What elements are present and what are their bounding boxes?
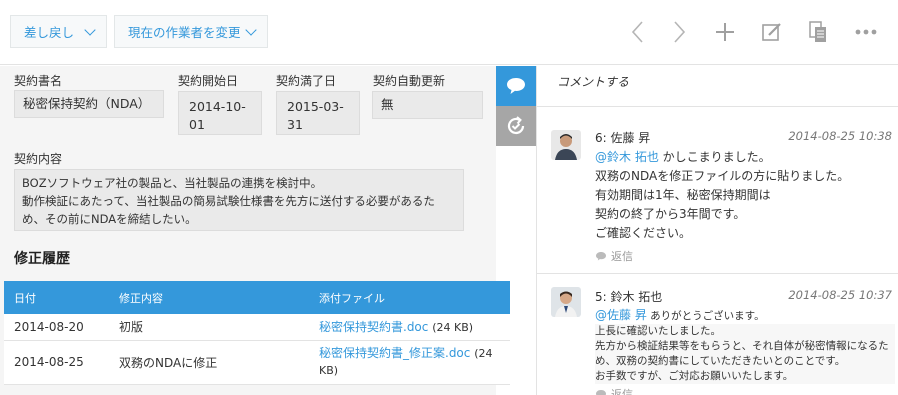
- table-row: 2014-08-25 双務のNDAに修正 秘密保持契約書_修正案.doc (24…: [4, 340, 510, 385]
- more-options-button[interactable]: [852, 18, 880, 46]
- revision-history-title: 修正履歴: [14, 251, 70, 267]
- toolbar: 差し戻し 現在の作業者を変更: [0, 0, 898, 65]
- comment-body: 上長に確認いたしました。 先方から検証結果等をもらうと、それ自体が秘密情報になる…: [595, 324, 895, 384]
- plus-icon: [716, 23, 734, 41]
- change-assignee-label: 現在の作業者を変更: [128, 25, 241, 40]
- revert-button[interactable]: 差し戻し: [10, 15, 107, 48]
- column-header-content: 修正内容: [109, 281, 309, 314]
- end-date-label: 契約満了日: [276, 74, 337, 88]
- comment-author: 6: 佐藤 昇: [595, 131, 651, 145]
- auto-renew-label: 契約自動更新: [373, 74, 446, 88]
- row-content: 双務のNDAに修正: [109, 340, 309, 385]
- row-date: 2014-08-20: [4, 314, 109, 341]
- copy-record-button[interactable]: [804, 18, 832, 46]
- comment-icon: [507, 78, 525, 94]
- reply-icon: [596, 252, 606, 261]
- contract-name-value: 秘密保持契約（NDA）: [14, 90, 164, 118]
- history-icon: [507, 116, 525, 135]
- revision-history-table: 日付 修正内容 添付ファイル 2014-08-20 初版 秘密保持契約書.doc…: [4, 281, 510, 385]
- prev-record-button[interactable]: [624, 18, 652, 46]
- column-header-attachment: 添付ファイル: [309, 281, 510, 314]
- mention-link[interactable]: @鈴木 拓也: [595, 150, 659, 164]
- chevron-left-icon: [631, 21, 643, 43]
- divider: [537, 273, 898, 274]
- next-record-button[interactable]: [665, 18, 693, 46]
- comment-time: 2014-08-25 10:37: [788, 288, 892, 302]
- more-icon: [855, 29, 877, 35]
- table-header-row: 日付 修正内容 添付ファイル: [4, 281, 510, 314]
- table-row: 2014-08-20 初版 秘密保持契約書.doc (24 KB): [4, 314, 510, 341]
- comment-body: @佐藤 昇 ありがとうございます。: [595, 308, 765, 322]
- avatar: [551, 287, 581, 317]
- auto-renew-value: 無: [372, 91, 483, 119]
- start-date-label: 契約開始日: [178, 74, 239, 88]
- copy-icon: [809, 21, 826, 42]
- comments-tab[interactable]: [496, 66, 536, 106]
- avatar: [551, 130, 581, 160]
- contract-name-label: 契約書名: [14, 74, 63, 88]
- mention-link[interactable]: @佐藤 昇: [595, 308, 647, 322]
- contract-content-value: BOZソフトウェア社の製品と、当社製品の連携を検討中。 動作検証にあたって、当社…: [14, 169, 464, 231]
- start-date-value: 2014-10- 01: [178, 91, 262, 135]
- history-tab[interactable]: [496, 106, 536, 146]
- row-attachment: 秘密保持契約書_修正案.doc (24 KB): [309, 340, 510, 385]
- attachment-link[interactable]: 秘密保持契約書.doc: [319, 320, 428, 334]
- add-record-button[interactable]: [711, 18, 739, 46]
- row-date: 2014-08-25: [4, 340, 109, 385]
- divider: [537, 106, 898, 107]
- reply-button[interactable]: 返信: [595, 248, 633, 264]
- attachment-size: (24 KB): [432, 321, 474, 335]
- chevron-right-icon: [674, 21, 686, 43]
- edit-icon: [762, 23, 781, 41]
- change-assignee-button[interactable]: 現在の作業者を変更: [114, 15, 268, 48]
- edit-record-button[interactable]: [758, 18, 786, 46]
- comment-time: 2014-08-25 10:38: [788, 129, 892, 143]
- revert-button-label: 差し戻し: [24, 25, 75, 40]
- row-attachment: 秘密保持契約書.doc (24 KB): [309, 314, 510, 341]
- column-header-date: 日付: [4, 281, 109, 314]
- chevron-down-icon: [84, 24, 96, 36]
- contract-content-label: 契約内容: [14, 152, 63, 166]
- row-content: 初版: [109, 314, 309, 341]
- comment-panel: コメントする 6: 佐藤 昇 2014-08-25 10:38 @鈴木 拓也 か…: [536, 66, 898, 395]
- comment-input[interactable]: コメントする: [557, 73, 629, 90]
- chevron-down-icon: [245, 24, 257, 36]
- end-date-value: 2015-03- 31: [276, 91, 360, 135]
- reply-button[interactable]: 返信: [595, 386, 633, 395]
- comment-body: @鈴木 拓也 かしこまりました。 双務のNDAを修正ファイルの方に貼りました。 …: [595, 150, 850, 240]
- reply-icon: [596, 390, 606, 395]
- comment-author: 5: 鈴木 拓也: [595, 290, 663, 304]
- attachment-link[interactable]: 秘密保持契約書_修正案.doc: [319, 346, 470, 360]
